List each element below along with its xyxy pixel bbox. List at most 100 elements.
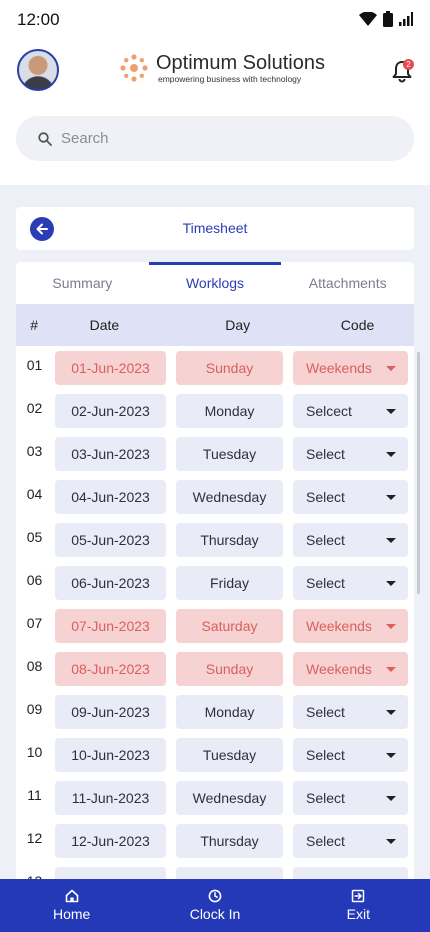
- code-select-value: Select: [306, 833, 345, 849]
- status-bar: 12:00: [0, 0, 430, 38]
- day-cell: Thursday: [176, 523, 283, 557]
- day-cell: Wednesday: [176, 781, 283, 815]
- row-number: 03: [26, 443, 43, 459]
- back-button[interactable]: [30, 217, 54, 241]
- code-select-value: Weekends: [306, 661, 372, 677]
- day-cell: Sunday: [176, 351, 283, 385]
- row-number: 02: [26, 400, 43, 416]
- table-row: 07 07-Jun-2023 Saturday Weekends: [16, 604, 414, 647]
- day-cell: Monday: [176, 394, 283, 428]
- caret-down-icon: [386, 495, 396, 500]
- caret-down-icon: [386, 753, 396, 758]
- arrow-left-icon: [36, 223, 48, 235]
- tab-attachments[interactable]: Attachments: [281, 262, 414, 304]
- code-select[interactable]: Select: [293, 523, 408, 557]
- row-number: 12: [26, 830, 43, 846]
- day-cell: Wednesday: [176, 480, 283, 514]
- table-row: 01 01-Jun-2023 Sunday Weekends: [16, 346, 414, 389]
- caret-down-icon: [386, 452, 396, 457]
- date-cell: 06-Jun-2023: [55, 566, 166, 600]
- table-row: 04 04-Jun-2023 Wednesday Select: [16, 475, 414, 518]
- tab-bar: Summary Worklogs Attachments: [16, 262, 414, 304]
- scrollbar[interactable]: [417, 352, 420, 594]
- system-icons: [359, 11, 413, 27]
- day-cell: Sunday: [176, 652, 283, 686]
- code-select-value: Select: [306, 575, 345, 591]
- caret-down-icon: [386, 624, 396, 629]
- row-number: 11: [27, 787, 42, 803]
- code-select[interactable]: Select: [293, 738, 408, 772]
- search-input[interactable]: [61, 130, 361, 147]
- tab-summary[interactable]: Summary: [16, 262, 149, 304]
- row-number: 06: [26, 572, 43, 588]
- day-cell: Tuesday: [176, 738, 283, 772]
- code-select[interactable]: Weekends: [293, 609, 408, 643]
- code-select-value: Select: [306, 489, 345, 505]
- tab-worklogs[interactable]: Worklogs: [148, 262, 282, 304]
- caret-down-icon: [386, 796, 396, 801]
- avatar[interactable]: [17, 49, 59, 91]
- nav-exit-label: Exit: [346, 906, 370, 922]
- date-cell: 05-Jun-2023: [55, 523, 166, 557]
- bottom-nav: Home Clock In Exit: [0, 879, 430, 932]
- signal-icon: [399, 12, 413, 26]
- nav-home-label: Home: [52, 906, 91, 922]
- clock-icon: [208, 889, 222, 903]
- date-cell: 12-Jun-2023: [55, 824, 166, 858]
- code-select[interactable]: Select: [293, 566, 408, 600]
- page-title: Timesheet: [182, 220, 248, 236]
- home-icon: [65, 889, 78, 903]
- code-select[interactable]: Weekends: [293, 351, 408, 385]
- code-select[interactable]: Select: [293, 824, 408, 858]
- date-cell: 02-Jun-2023: [55, 394, 166, 428]
- header-day: Day: [225, 317, 251, 333]
- brand-logo: Optimum Solutions empowering business wi…: [118, 52, 325, 84]
- caret-down-icon: [386, 409, 396, 414]
- brand-text: Optimum Solutions empowering business wi…: [156, 52, 325, 84]
- code-select-value: Select: [306, 704, 345, 720]
- row-number: 05: [26, 529, 43, 545]
- table-row: 03 03-Jun-2023 Tuesday Select: [16, 432, 414, 475]
- caret-down-icon: [386, 366, 396, 371]
- day-cell: Friday: [176, 566, 283, 600]
- header-date: Date: [89, 317, 120, 333]
- caret-down-icon: [386, 710, 396, 715]
- code-select[interactable]: Select: [293, 480, 408, 514]
- day-cell: Saturday: [176, 609, 283, 643]
- code-select[interactable]: Selcect: [293, 394, 408, 428]
- code-select[interactable]: Select: [293, 695, 408, 729]
- header-num: #: [30, 317, 39, 333]
- search-bar[interactable]: [16, 116, 414, 161]
- table-row: 08 08-Jun-2023 Sunday Weekends: [16, 647, 414, 690]
- notification-badge: 2: [403, 59, 414, 70]
- code-select-value: Select: [306, 446, 345, 462]
- table-row: 02 02-Jun-2023 Monday Selcect: [16, 389, 414, 432]
- date-cell: 03-Jun-2023: [55, 437, 166, 471]
- table-row: 12 12-Jun-2023 Thursday Select: [16, 819, 414, 862]
- code-select-value: Weekends: [306, 360, 372, 376]
- row-number: 08: [26, 658, 43, 674]
- brand-title: Optimum Solutions: [156, 52, 325, 74]
- header-code: Code: [340, 317, 375, 333]
- code-select[interactable]: Select: [293, 437, 408, 471]
- nav-exit[interactable]: Exit: [287, 879, 430, 932]
- nav-clock-in[interactable]: Clock In: [143, 879, 286, 932]
- caret-down-icon: [386, 581, 396, 586]
- table-row: 06 06-Jun-2023 Friday Select: [16, 561, 414, 604]
- brand-tagline: empowering business with technology: [158, 74, 302, 84]
- row-number: 07: [26, 615, 43, 631]
- table-row: 10 10-Jun-2023 Tuesday Select: [16, 733, 414, 776]
- table-body: 01 01-Jun-2023 Sunday Weekends 02 02-Jun-2023…: [16, 346, 414, 882]
- status-time: 12:00: [17, 10, 60, 29]
- worklog-card: Summary Worklogs Attachments # Date Day Co…: [16, 262, 414, 882]
- code-select-value: Select: [306, 790, 345, 806]
- nav-home[interactable]: Home: [0, 879, 143, 932]
- caret-down-icon: [386, 538, 396, 543]
- code-select[interactable]: Select: [293, 781, 408, 815]
- day-cell: Tuesday: [176, 437, 283, 471]
- table-row: 05 05-Jun-2023 Thursday Select: [16, 518, 414, 561]
- caret-down-icon: [386, 667, 396, 672]
- code-select[interactable]: Weekends: [293, 652, 408, 686]
- day-cell: Thursday: [176, 824, 283, 858]
- date-cell: 10-Jun-2023: [55, 738, 166, 772]
